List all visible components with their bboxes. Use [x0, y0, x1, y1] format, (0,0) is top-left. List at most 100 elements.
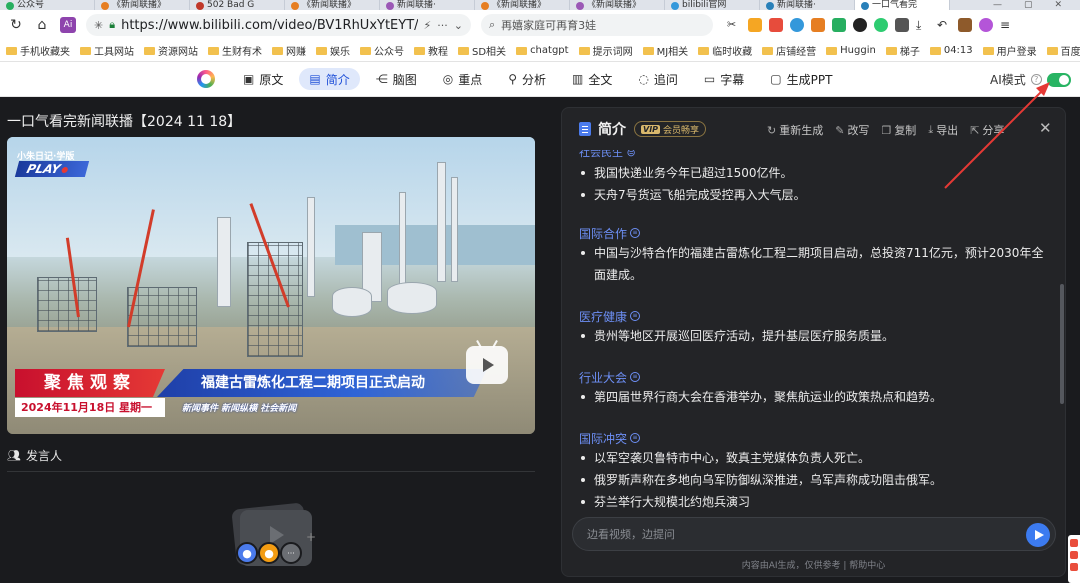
video-player[interactable]: 小朱日记·学版 PLAY 聚焦观察 福建古雷炼化工程二期项目正式启动 2024年…	[7, 137, 535, 434]
bookmark-item[interactable]: 公众号	[360, 43, 404, 58]
extension-green-icon[interactable]	[832, 18, 846, 32]
bookmark-item[interactable]: 提示词网	[578, 43, 633, 58]
close-icon[interactable]: ✕	[1039, 119, 1052, 137]
window-controls: — ▢ ✕	[993, 0, 1080, 10]
profile-icon[interactable]	[979, 18, 993, 32]
browser-tab[interactable]: 502 Bad G	[190, 0, 285, 10]
bookmark-item[interactable]: MJ相关	[642, 43, 689, 58]
ai-tool-pin[interactable]: ⚲ 分析	[498, 68, 556, 90]
more-icon[interactable]: ···	[437, 19, 448, 32]
ai-tool-subtitle[interactable]: ▭ 字幕	[694, 68, 754, 90]
bookmark-item[interactable]: 生财有术	[208, 43, 262, 58]
bookmark-item[interactable]: 资源网站	[144, 43, 198, 58]
undo-icon[interactable]: ↶	[937, 18, 951, 32]
bolt-icon[interactable]: ⚡︎	[424, 19, 432, 32]
extension-dark-icon[interactable]	[853, 18, 867, 32]
bookmark-item[interactable]: 梯子	[885, 43, 920, 58]
bookmark-item[interactable]: 04:13	[929, 45, 973, 56]
help-icon[interactable]: ?	[1030, 74, 1042, 85]
extension-fox-icon[interactable]	[748, 18, 762, 32]
news-lower-third: 聚焦观察 福建古雷炼化工程二期项目正式启动 2024年11月18日 星期一 新闻…	[7, 365, 535, 419]
bookmark-item[interactable]: Huggin	[826, 45, 876, 56]
section-title-text: 国际合作	[579, 226, 628, 241]
subtitle-icon[interactable]: ≡	[630, 433, 641, 443]
ai-tool-chat[interactable]: ◌ 追问	[628, 68, 688, 90]
ai-tool-summary[interactable]: ▤ 简介	[299, 68, 360, 90]
address-bar-row: ↻ ⌂ Ai ✳ 🔒︎ https://www.bilibili.com/vid…	[0, 10, 1080, 40]
puzzle-icon[interactable]	[895, 18, 909, 32]
bookmark-item[interactable]: 店铺经营	[762, 43, 816, 58]
action-label: 重新生成	[779, 124, 824, 137]
ai-extension-icon[interactable]: Ai	[60, 17, 76, 33]
bookmark-item[interactable]: 娱乐	[316, 43, 350, 58]
browser-tab[interactable]: 《新闻联播》	[285, 0, 380, 10]
folder-icon	[698, 46, 710, 55]
bookmark-item[interactable]: 临时收藏	[698, 43, 752, 58]
browser-tab[interactable]: 《新闻联播》	[95, 0, 190, 10]
extension-orange-icon[interactable]	[811, 18, 825, 32]
ai-mode-toggle[interactable]	[1046, 72, 1071, 87]
url-field[interactable]: ✳ 🔒︎ https://www.bilibili.com/video/BV1R…	[86, 14, 471, 36]
ai-tool-mindmap[interactable]: ⋲ 脑图	[366, 68, 427, 90]
bookmark-item[interactable]: SD相关	[458, 43, 506, 58]
share-button[interactable]: ⇱ 分享	[970, 122, 1004, 138]
copy-button[interactable]: ❐ 复制	[881, 122, 916, 138]
panel-footnote: 内容由AI生成，仅供参考 | 帮助中心	[741, 561, 886, 571]
chevron-down-icon[interactable]: ⌄	[454, 19, 463, 32]
section-title-text: 行业大会	[579, 370, 628, 385]
maximize-icon[interactable]: ▢	[1024, 0, 1033, 10]
ai-tool-target[interactable]: ◎ 重点	[433, 68, 493, 90]
extension-red-icon[interactable]	[769, 18, 783, 32]
close-window-icon[interactable]: ✕	[1054, 0, 1062, 10]
ai-logo-icon[interactable]	[197, 70, 215, 88]
bookmark-item[interactable]: chatgpt	[516, 45, 569, 56]
reload-icon[interactable]: ↻	[8, 17, 24, 33]
minimize-icon[interactable]: —	[993, 0, 1002, 10]
send-button[interactable]	[1026, 523, 1050, 547]
bookmark-label: MJ相关	[656, 47, 689, 58]
ai-tool-label: 生成PPT	[786, 72, 833, 87]
subtitle-icon[interactable]: ≡	[630, 311, 641, 321]
subtitle-icon[interactable]: ≡	[630, 372, 641, 382]
scissors-icon[interactable]: ✂	[727, 18, 741, 32]
browser-tab[interactable]: 新闻联播·	[760, 0, 855, 10]
browser-tab[interactable]: 一口气看完	[855, 0, 950, 10]
pin-icon: ⚲	[508, 72, 518, 86]
refresh-button[interactable]: ↻ 重新生成	[767, 122, 823, 138]
scrollbar[interactable]	[1060, 284, 1064, 404]
browser-tab[interactable]: 新闻联播·	[380, 0, 475, 10]
bilibili-tv-icon[interactable]	[466, 346, 508, 384]
ai-tool-label: 重点	[458, 72, 483, 87]
bookmark-item[interactable]: 教程	[414, 43, 448, 58]
bookmark-item[interactable]: 用户登录	[982, 43, 1037, 58]
vip-badge[interactable]: VIP 会员畅享	[634, 121, 707, 137]
extension-check-icon[interactable]	[874, 18, 888, 32]
browser-tab[interactable]: 《新闻联播》	[570, 0, 665, 10]
people-icon: 👥︎	[7, 449, 21, 462]
download-icon[interactable]: ⤓	[916, 18, 930, 32]
bookmark-item[interactable]: 网赚	[272, 43, 306, 58]
browser-tab[interactable]: 《新闻联播》	[475, 0, 570, 10]
bookmark-item[interactable]: 百度翻	[1046, 43, 1080, 58]
search-field[interactable]: ⌕ 再嬉家庭可再育3娃	[481, 14, 713, 36]
download-button[interactable]: ⤓ 导出	[928, 122, 958, 138]
browser-tab[interactable]: bilibili官网	[665, 0, 760, 10]
bookmark-item[interactable]: 工具网站	[80, 43, 134, 58]
bookmark-item[interactable]: 手机收藏夹	[6, 43, 70, 58]
side-widget[interactable]	[1068, 535, 1080, 583]
chat-input[interactable]: 边看视频，边提问	[572, 517, 1056, 551]
home-icon[interactable]: ⌂	[34, 17, 50, 33]
ai-tool-book[interactable]: ▣ 原文	[233, 68, 293, 90]
menu-icon[interactable]: ≡	[1000, 18, 1014, 32]
browser-tab[interactable]: 公众号	[0, 0, 95, 10]
extension-blue-icon[interactable]	[790, 18, 804, 32]
ai-tool-document[interactable]: ▥ 全文	[562, 68, 622, 90]
ai-tool-label: 简介	[325, 72, 350, 87]
briefcase-icon[interactable]	[958, 18, 972, 32]
site-info-icon[interactable]: ✳	[94, 19, 103, 32]
ai-tool-ppt[interactable]: ▢ 生成PPT	[760, 68, 842, 90]
speakers-label: 发言人	[25, 449, 62, 463]
bookmark-label: 用户登录	[996, 47, 1037, 58]
rewrite-button[interactable]: ✎ 改写	[835, 122, 869, 138]
subtitle-icon[interactable]: ≡	[630, 228, 641, 238]
